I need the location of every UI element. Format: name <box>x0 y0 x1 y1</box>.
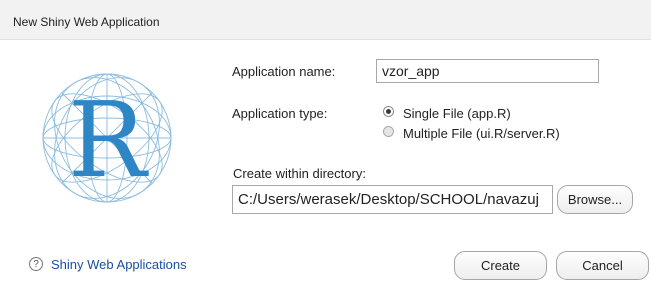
dialog-title: New Shiny Web Application <box>13 15 160 29</box>
help-icon-glyph: ? <box>33 258 39 270</box>
cancel-button[interactable]: Cancel <box>556 251 649 280</box>
r-logo-icon: R <box>42 73 172 203</box>
directory-input[interactable] <box>232 185 553 214</box>
new-shiny-app-dialog: New Shiny Web Application R Application … <box>0 0 651 285</box>
create-button-label: Create <box>480 258 521 273</box>
help-icon[interactable]: ? <box>29 257 43 271</box>
title-bar[interactable]: New Shiny Web Application <box>0 0 651 40</box>
cancel-button-label: Cancel <box>582 258 623 273</box>
app-type-label: Application type: <box>232 106 328 121</box>
shiny-help-link[interactable]: Shiny Web Applications <box>51 257 187 272</box>
radio-single-file-label[interactable]: Single File (app.R) <box>403 106 511 121</box>
app-name-label: Application name: <box>232 64 336 79</box>
browse-button-label: Browse... <box>567 192 623 207</box>
r-logo-letter: R <box>68 79 149 201</box>
app-name-input[interactable] <box>376 59 599 83</box>
directory-label: Create within directory: <box>233 166 366 181</box>
create-button[interactable]: Create <box>454 251 547 280</box>
radio-multiple-file-button[interactable] <box>383 126 394 137</box>
radio-multiple-file-label[interactable]: Multiple File (ui.R/server.R) <box>403 126 560 141</box>
radio-single-file-button[interactable] <box>383 106 394 117</box>
browse-button[interactable]: Browse... <box>557 185 633 214</box>
